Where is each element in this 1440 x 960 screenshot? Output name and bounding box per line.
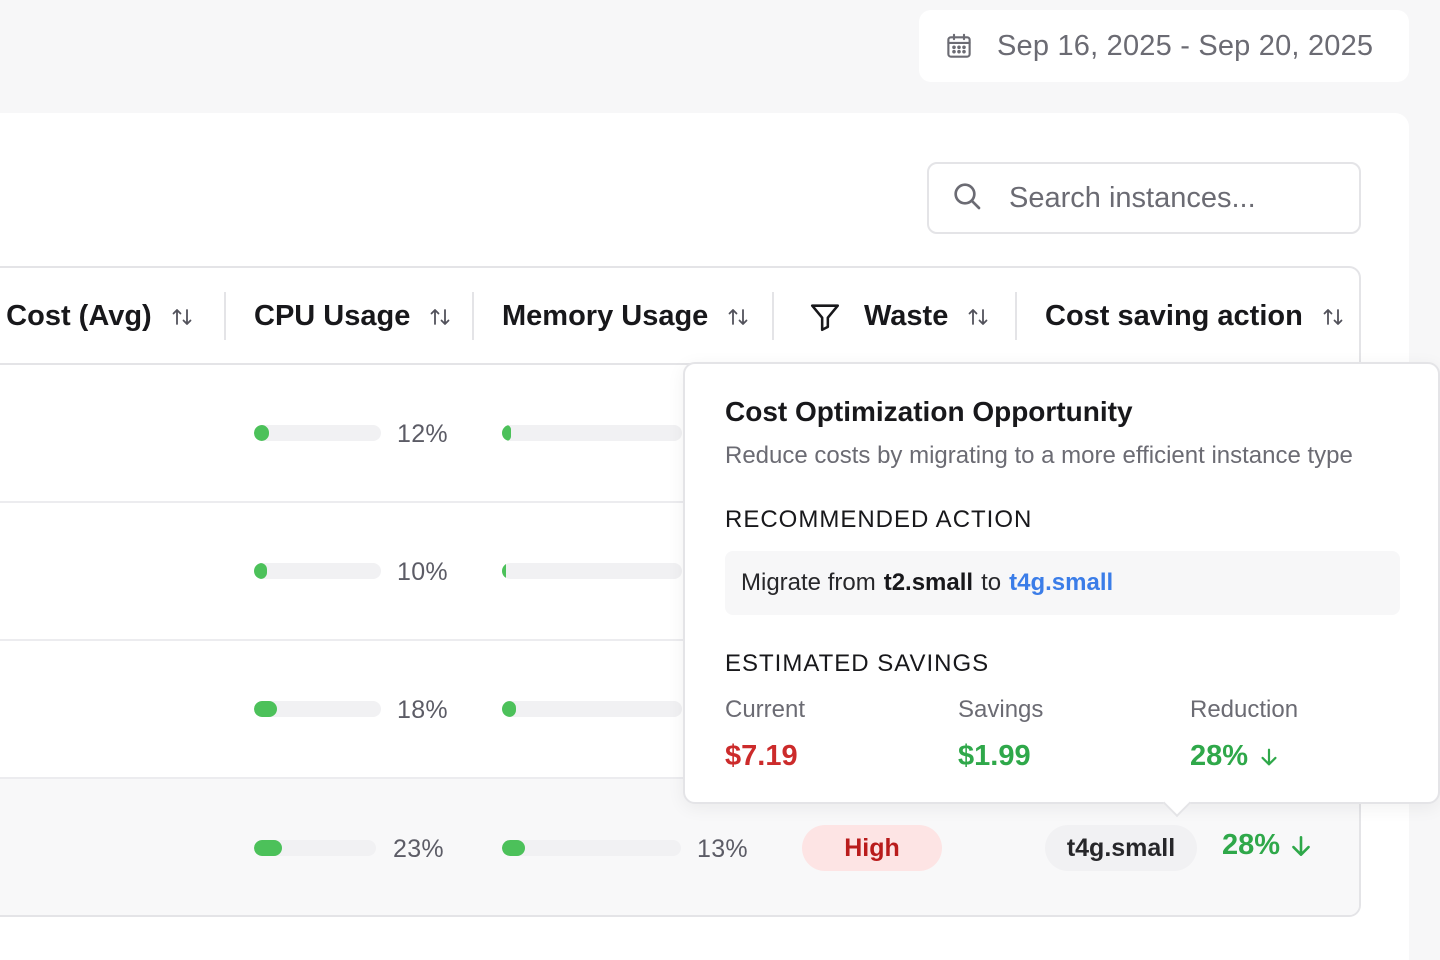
table-header: y Cost (Avg) CPU Usage Memory Usage [0, 268, 1359, 365]
memory-usage-bar [502, 425, 682, 441]
to-instance-type-link[interactable]: t4g.small [1009, 569, 1113, 597]
saving-value: 28% [1222, 829, 1281, 861]
action-to: to [981, 569, 1002, 596]
savings-label: Savings [958, 696, 1044, 723]
column-divider [772, 292, 774, 340]
waste-badge: High [802, 825, 942, 871]
date-range-text: Sep 16, 2025 - Sep 20, 2025 [997, 29, 1374, 62]
recommended-action-heading: RECOMMENDED ACTION [725, 506, 1033, 533]
memory-usage-bar [502, 563, 682, 579]
column-cost-saving-action[interactable]: Cost saving action [1045, 268, 1345, 365]
sort-icon[interactable] [170, 305, 194, 329]
from-instance-type: t2.small [883, 569, 974, 596]
reduction-label: Reduction [1190, 696, 1299, 723]
column-label: y Cost (Avg) [0, 300, 152, 332]
popover-title: Cost Optimization Opportunity [725, 396, 1133, 427]
current-value: $7.19 [725, 740, 798, 772]
estimated-savings-heading: ESTIMATED SAVINGS [725, 650, 990, 677]
reduction-value-wrap: 28% [1190, 740, 1298, 773]
current-cost-stat: Current $7.19 [725, 696, 805, 773]
reduction-value: 28% [1190, 740, 1249, 772]
column-label: Cost saving action [1045, 300, 1303, 332]
cpu-usage-fill [254, 701, 277, 717]
sort-icon[interactable] [726, 305, 750, 329]
arrow-down-icon [1288, 833, 1314, 859]
cpu-usage-value: 10% [397, 558, 448, 586]
memory-usage-bar [502, 840, 681, 856]
search-input[interactable] [1009, 181, 1329, 215]
arrow-down-icon [1258, 746, 1280, 768]
saving-percentage: 28% [1222, 829, 1314, 862]
memory-usage-fill [502, 563, 506, 579]
column-cpu-usage[interactable]: CPU Usage [254, 268, 452, 365]
memory-usage-fill [502, 840, 526, 856]
recommended-action-box: Migrate from t2.small to t4g.small [725, 551, 1400, 615]
date-range-picker[interactable]: Sep 16, 2025 - Sep 20, 2025 [919, 10, 1409, 82]
action-prefix: Migrate from [741, 569, 876, 596]
savings-value: $1.99 [958, 740, 1031, 772]
cpu-usage-value: 12% [397, 420, 448, 448]
cpu-usage-bar [254, 840, 376, 856]
cpu-usage-bar [254, 425, 381, 441]
filter-icon[interactable] [808, 300, 842, 334]
memory-usage-bar [502, 701, 682, 717]
savings-stat: Savings $1.99 [958, 696, 1043, 773]
cpu-usage-value: 23% [393, 835, 444, 863]
memory-usage-fill [502, 425, 511, 441]
column-label: Waste [864, 300, 949, 332]
search-box[interactable] [927, 162, 1361, 234]
column-divider [224, 292, 226, 340]
search-icon [951, 180, 983, 217]
popover-subtitle: Reduce costs by migrating to a more effi… [725, 442, 1353, 469]
current-label: Current [725, 696, 806, 723]
sort-icon[interactable] [428, 305, 452, 329]
column-memory-usage[interactable]: Memory Usage [502, 268, 750, 365]
column-label: Memory Usage [502, 300, 709, 332]
cpu-usage-bar [254, 563, 381, 579]
column-cost-avg[interactable]: y Cost (Avg) [0, 268, 194, 365]
cpu-usage-bar [254, 701, 381, 717]
cost-optimization-popover: Cost Optimization Opportunity Reduce cos… [683, 362, 1440, 818]
cpu-usage-fill [254, 425, 270, 441]
sort-icon[interactable] [1321, 305, 1345, 329]
column-waste[interactable]: Waste [808, 268, 990, 365]
column-divider [472, 292, 474, 340]
memory-usage-value: 13% [697, 835, 748, 863]
memory-usage-fill [502, 701, 517, 717]
column-divider [1015, 292, 1017, 340]
cpu-usage-value: 18% [397, 696, 448, 724]
cpu-usage-fill [254, 563, 267, 579]
sort-icon[interactable] [966, 305, 990, 329]
column-label: CPU Usage [254, 300, 411, 332]
calendar-icon [943, 30, 975, 62]
reduction-stat: Reduction 28% [1190, 696, 1298, 773]
instance-type-badge[interactable]: t4g.small [1045, 825, 1197, 871]
cpu-usage-fill [254, 840, 283, 856]
